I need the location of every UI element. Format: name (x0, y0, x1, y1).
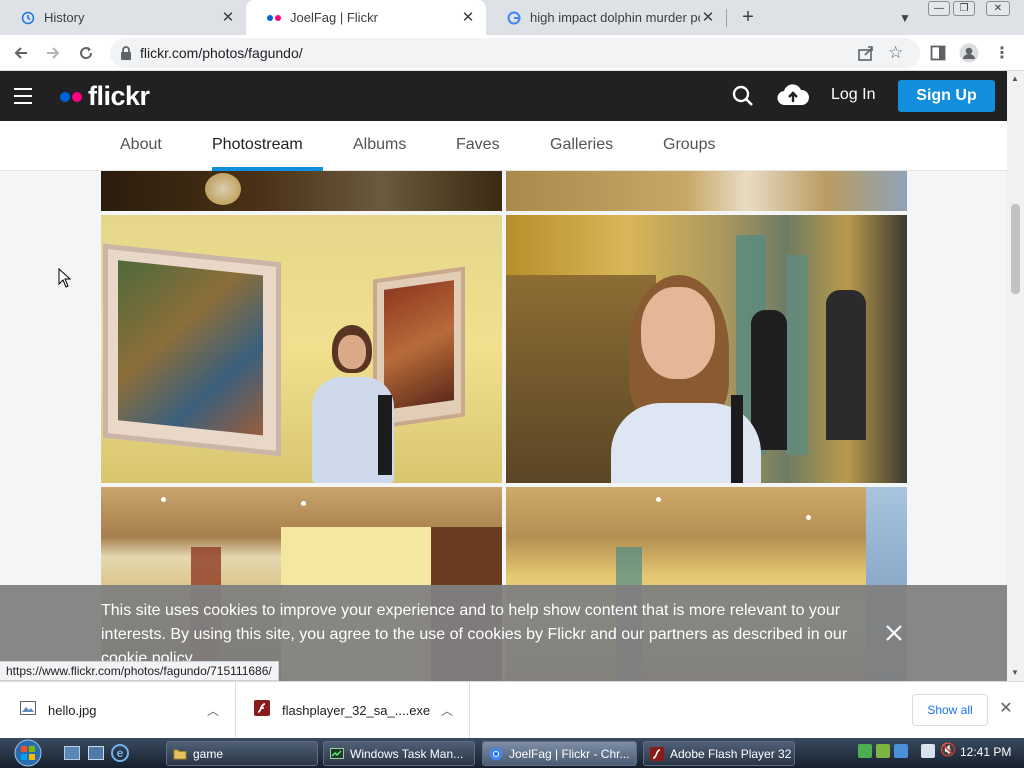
address-bar[interactable]: flickr.com/photos/fagundo/ ☆ (110, 38, 920, 68)
taskbar-button-chrome[interactable]: JoelFag | Flickr - Chr... (482, 741, 637, 766)
download-filename: flashplayer_32_sa_....exe (282, 703, 431, 718)
taskbar-label: Windows Task Man... (350, 746, 464, 761)
tab-albums[interactable]: Albums (353, 136, 406, 154)
forward-button[interactable] (40, 40, 66, 66)
download-shelf: hello.jpg ︿ flashplayer_32_sa_....exe ︿ … (0, 681, 1024, 739)
back-button[interactable] (8, 40, 34, 66)
login-link[interactable]: Log In (831, 86, 875, 104)
browser-tab-strip: History ✕ JoelFag | Flickr ✕ high impact… (0, 0, 1024, 35)
star-icon[interactable]: ☆ (888, 43, 903, 63)
close-icon[interactable]: ✕ (220, 9, 236, 26)
lock-icon (121, 46, 131, 60)
tab-about[interactable]: About (120, 136, 162, 154)
profile-subnav: About Photostream Albums Faves Galleries… (0, 121, 1007, 171)
cloud-upload-icon[interactable] (777, 83, 810, 112)
arrow-right-icon (47, 47, 60, 59)
chevron-down-icon[interactable]: ▼ (894, 7, 916, 29)
system-clock[interactable]: 12:41 PM (960, 745, 1011, 759)
close-icon[interactable]: ✕ (460, 9, 476, 26)
folder-icon (173, 747, 187, 761)
hamburger-menu-icon[interactable] (14, 88, 32, 104)
link-status-bubble: https://www.flickr.com/photos/fagundo/71… (0, 661, 279, 681)
tab-history[interactable]: History ✕ (0, 0, 246, 35)
taskbar-label: JoelFag | Flickr - Chr... (509, 746, 630, 761)
browser-toolbar: flickr.com/photos/fagundo/ ☆ ⋮ (0, 35, 1024, 71)
search-icon[interactable] (732, 85, 754, 112)
chevron-up-icon[interactable]: ︿ (437, 702, 457, 719)
tab-title: high impact dolphin murder porn (530, 10, 700, 25)
new-tab-button[interactable]: + (737, 6, 759, 28)
flickr-header: flickr Log In (0, 71, 1007, 121)
flickr-favicon (266, 10, 282, 26)
profile-icon[interactable] (959, 43, 979, 63)
tab-photostream[interactable]: Photostream (212, 136, 303, 154)
flash-file-icon (254, 700, 270, 721)
taskbar-button-task-manager[interactable]: Windows Task Man... (323, 741, 475, 766)
tray-app-icon[interactable] (894, 744, 908, 758)
side-panel-icon[interactable] (928, 43, 948, 63)
photo-thumbnail[interactable] (101, 171, 502, 211)
photo-thumbnail[interactable] (506, 171, 907, 211)
task-manager-icon (330, 747, 344, 761)
photo-thumbnail[interactable] (506, 215, 907, 483)
arrow-left-icon (14, 47, 27, 59)
show-desktop-icon[interactable] (64, 746, 80, 760)
signup-button[interactable]: Sign Up (898, 80, 995, 112)
tray-app-icon[interactable] (876, 744, 890, 758)
page-scrollbar[interactable]: ▲ ▼ (1007, 71, 1024, 681)
tab-title: JoelFag | Flickr (290, 10, 378, 25)
reload-icon (80, 47, 93, 60)
tray-display-icon[interactable] (921, 744, 935, 758)
reload-button[interactable] (73, 40, 99, 66)
taskbar-button-flash-player[interactable]: Adobe Flash Player 32 (643, 741, 795, 766)
tab-separator (726, 9, 727, 27)
switch-windows-icon[interactable] (88, 746, 104, 760)
close-icon[interactable]: ✕ (997, 700, 1015, 718)
minimize-button[interactable]: — (928, 1, 950, 16)
tab-faves[interactable]: Faves (456, 136, 500, 154)
flash-icon (650, 746, 664, 761)
logo-blue-dot (60, 91, 70, 102)
tab-flickr[interactable]: JoelFag | Flickr ✕ (246, 0, 486, 35)
url-text: flickr.com/photos/fagundo/ (140, 45, 303, 61)
start-button[interactable] (8, 738, 48, 768)
scroll-down-arrow-icon[interactable]: ▼ (1011, 668, 1019, 677)
close-window-button[interactable]: ✕ (986, 1, 1010, 16)
tray-network-icon[interactable] (858, 744, 872, 758)
download-filename: hello.jpg (48, 703, 97, 718)
logo-text: flickr (88, 81, 150, 111)
close-icon[interactable]: ✕ (700, 9, 716, 26)
volume-muted-icon[interactable]: 🔇 (940, 742, 956, 758)
tab-groups[interactable]: Groups (663, 136, 715, 154)
flickr-logo[interactable]: flickr (60, 81, 150, 112)
more-menu-icon[interactable]: ⋮ (992, 43, 1012, 63)
photo-thumbnail[interactable] (101, 215, 502, 483)
maximize-button[interactable]: ❐ (953, 1, 975, 16)
taskbar-button-game[interactable]: game (166, 741, 318, 766)
download-item[interactable]: hello.jpg ︿ (0, 682, 236, 739)
history-icon (20, 10, 36, 26)
logo-pink-dot (72, 91, 82, 102)
tab-google-search[interactable]: high impact dolphin murder porn ✕ (486, 0, 726, 35)
tab-title: History (44, 10, 85, 25)
internet-explorer-icon[interactable]: e (111, 744, 129, 762)
taskbar-label: game (193, 746, 224, 761)
scrollbar-thumb[interactable] (1011, 204, 1020, 294)
mouse-cursor-icon (58, 267, 72, 293)
download-item[interactable]: flashplayer_32_sa_....exe ︿ (236, 682, 470, 739)
chevron-up-icon[interactable]: ︿ (203, 702, 223, 719)
taskbar-label: Adobe Flash Player 32 (670, 746, 792, 761)
scroll-up-arrow-icon[interactable]: ▲ (1011, 74, 1019, 83)
show-all-button[interactable]: Show all (912, 694, 988, 726)
tab-galleries[interactable]: Galleries (550, 136, 613, 154)
share-icon[interactable] (857, 44, 875, 67)
image-file-icon (20, 701, 36, 720)
google-favicon (506, 10, 522, 26)
close-icon[interactable] (884, 623, 904, 643)
chrome-icon (489, 747, 503, 761)
